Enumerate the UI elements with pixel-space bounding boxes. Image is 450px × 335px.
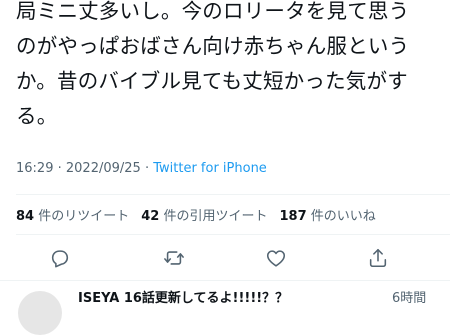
retweet-button[interactable] [162, 246, 186, 270]
retweet-count-link[interactable]: 84 件のリツイート [16, 205, 129, 224]
tweet-actions [0, 246, 450, 270]
tweet-stats: 84 件のリツイート 42 件の引用ツイート 187 件のいいね [16, 205, 376, 224]
meta-separator: · [53, 161, 66, 176]
divider-bottom [0, 280, 450, 281]
tweet-date: 2022/09/25 [65, 161, 141, 176]
reply-button[interactable] [48, 246, 72, 270]
share-icon [369, 248, 387, 268]
tweet-text: 局ミニ丈多いし。今のロリータを見て思う のがやっぱおばさん向け赤ちゃん服という … [16, 0, 410, 128]
reply-time: 6時間 [392, 291, 427, 306]
quote-label: 件の引用ツイート [163, 209, 268, 224]
retweet-count: 84 [16, 209, 35, 224]
divider-middle [16, 234, 450, 235]
like-count-link[interactable]: 187 件のいいね [280, 205, 376, 224]
retweet-label: 件のリツイート [38, 209, 130, 224]
retweet-icon [164, 251, 184, 265]
share-button[interactable] [366, 246, 390, 270]
like-button[interactable] [264, 246, 288, 270]
tweet-meta: 16:29 · 2022/09/25 · Twitter for iPhone [16, 161, 267, 176]
like-count: 187 [279, 209, 307, 224]
meta-separator-2: · [140, 161, 154, 176]
reply-icon [51, 250, 69, 268]
reply-author-name[interactable]: ISEYA 16話更新してるよ!!!!!？？ [78, 287, 288, 306]
tweet-time: 16:29 [16, 161, 54, 176]
quote-count: 42 [141, 209, 160, 224]
quote-count-link[interactable]: 42 件の引用ツイート [141, 205, 267, 224]
like-label: 件のいいね [310, 209, 376, 224]
reply-tweet[interactable]: ISEYA 16話更新してるよ!!!!!？？ 6時間 [0, 287, 450, 335]
avatar[interactable] [18, 291, 62, 335]
tweet-source-link[interactable]: Twitter for iPhone [153, 161, 267, 176]
heart-icon [266, 250, 286, 267]
divider-top [16, 194, 450, 195]
